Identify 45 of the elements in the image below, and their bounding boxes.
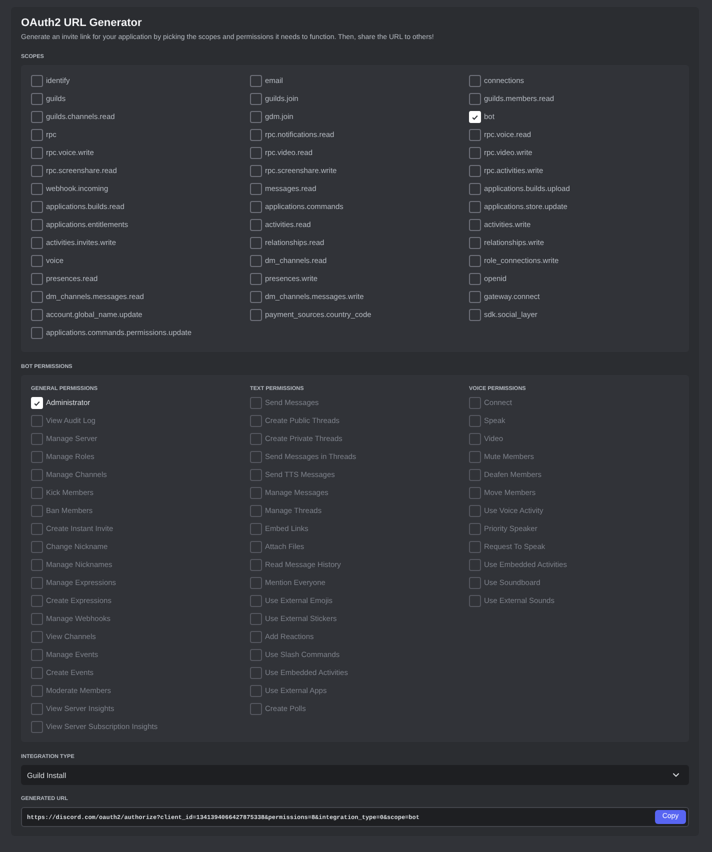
- checkbox[interactable]: [469, 255, 481, 267]
- checkbox[interactable]: [469, 93, 481, 105]
- checkbox[interactable]: [469, 183, 481, 195]
- checkbox[interactable]: [31, 273, 43, 285]
- checkbox[interactable]: [469, 237, 481, 249]
- checkbox[interactable]: [250, 219, 262, 231]
- checkbox[interactable]: [250, 165, 262, 177]
- checkbox[interactable]: [250, 75, 262, 87]
- checkbox[interactable]: [469, 291, 481, 303]
- checkbox[interactable]: [31, 327, 43, 339]
- checkbox[interactable]: [31, 219, 43, 231]
- checkbox[interactable]: [469, 165, 481, 177]
- checkbox[interactable]: [250, 111, 262, 123]
- checkbox[interactable]: [250, 237, 262, 249]
- checkbox[interactable]: [250, 309, 262, 321]
- checkbox[interactable]: [469, 147, 481, 159]
- checkbox[interactable]: [469, 129, 481, 141]
- checkbox[interactable]: [250, 129, 262, 141]
- checkbox[interactable]: [31, 183, 43, 195]
- checkbox[interactable]: [31, 309, 43, 321]
- checkbox[interactable]: [469, 201, 481, 213]
- checkbox[interactable]: [31, 237, 43, 249]
- checkbox[interactable]: [250, 93, 262, 105]
- checkbox[interactable]: [31, 291, 43, 303]
- checkbox[interactable]: [250, 255, 262, 267]
- checkbox[interactable]: [469, 273, 481, 285]
- checkbox[interactable]: [31, 93, 43, 105]
- checkbox[interactable]: [31, 201, 43, 213]
- checkbox[interactable]: [31, 75, 43, 87]
- checkbox[interactable]: [31, 111, 43, 123]
- checkbox[interactable]: [31, 165, 43, 177]
- checkmark-icon: [472, 114, 478, 120]
- checkbox[interactable]: [250, 183, 262, 195]
- checkbox[interactable]: [250, 147, 262, 159]
- checkbox[interactable]: [31, 255, 43, 267]
- checkbox[interactable]: [469, 75, 481, 87]
- checkbox[interactable]: [469, 219, 481, 231]
- checkmark-icon: [34, 400, 40, 406]
- page-title: OAuth2 URL Generator: [21, 16, 143, 30]
- checkbox[interactable]: [31, 129, 43, 141]
- checkbox[interactable]: [250, 291, 262, 303]
- checkbox[interactable]: [250, 273, 262, 285]
- checkbox[interactable]: [469, 309, 481, 321]
- checkbox[interactable]: [31, 147, 43, 159]
- checkbox[interactable]: [250, 201, 262, 213]
